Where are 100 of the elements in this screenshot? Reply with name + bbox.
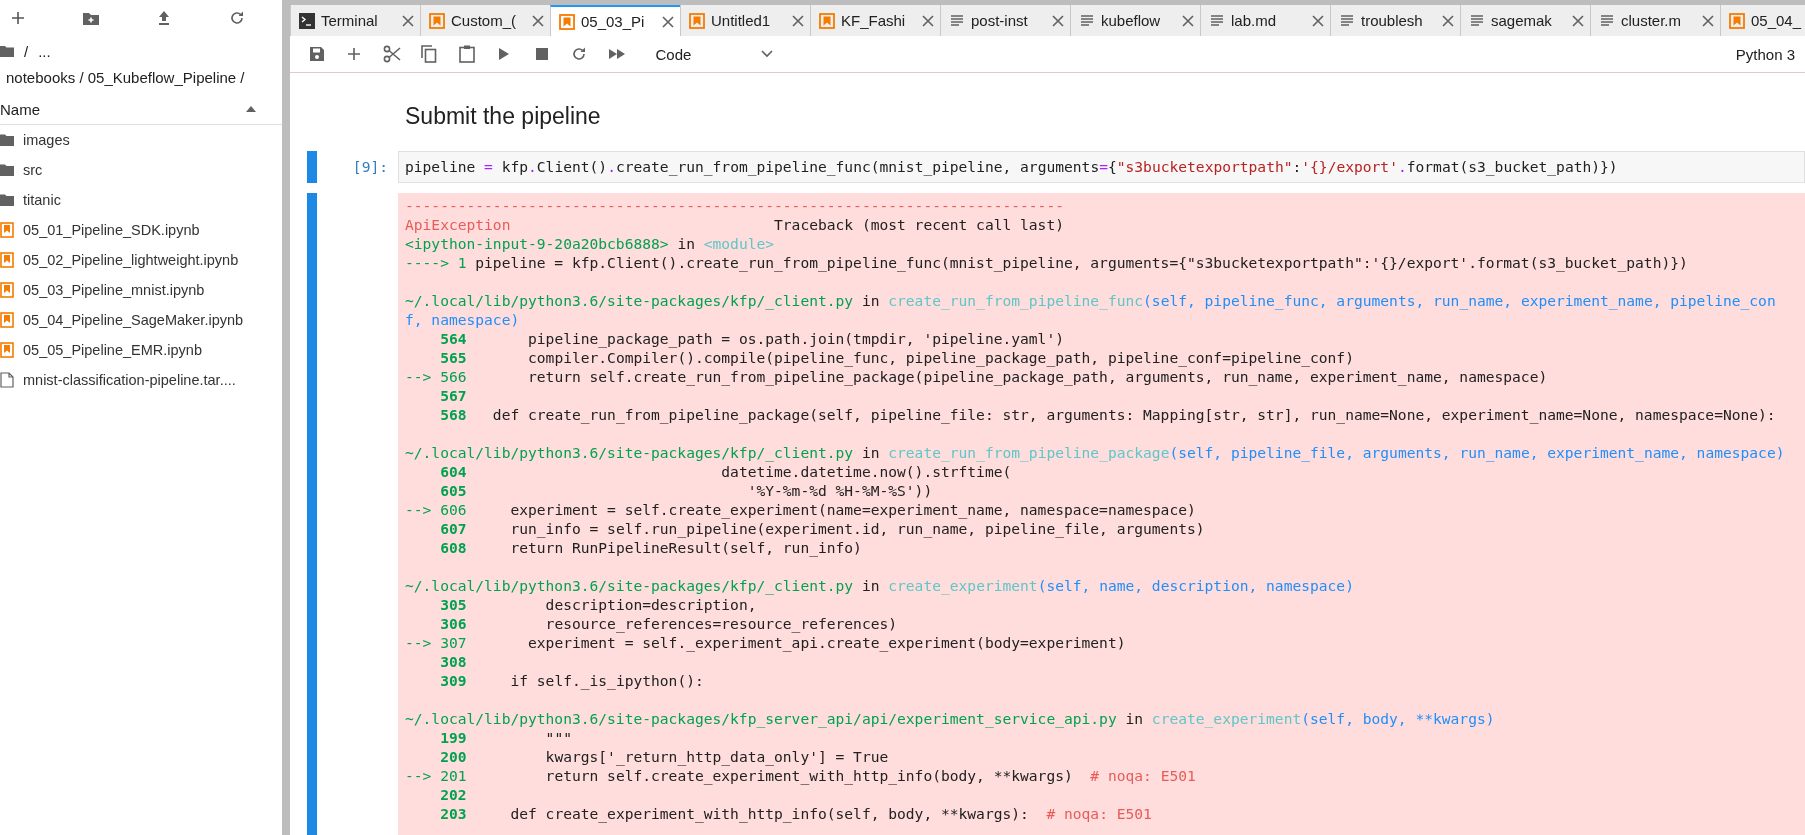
document-tab[interactable]: Custom_(: [420, 5, 550, 36]
input-prompt: [9]:: [351, 157, 389, 177]
text-file-icon: [1599, 12, 1615, 29]
folder-icon: [0, 164, 14, 176]
traceback-line: 564 pipeline_package_path = os.path.join(tmpdir, 'pipeline.yaml'): [439, 329, 1064, 348]
traceback-line: 567: [439, 386, 467, 405]
close-icon[interactable]: [1702, 14, 1714, 27]
document-tab[interactable]: lab.md: [1200, 5, 1330, 36]
notebook-icon: [0, 342, 14, 358]
close-icon[interactable]: [922, 14, 934, 27]
file-item[interactable]: 05_04_Pipeline_SageMaker.ipynb: [0, 305, 282, 335]
code-editor[interactable]: pipeline = kfp.Client().create_run_from_pipeline_func(mnist_pipeline, arguments={"s3bucketexportpath":'{}/export'.format(s3_bucket_path)}): [398, 151, 1805, 183]
folder-icon: [0, 194, 14, 206]
file-item[interactable]: 05_03_Pipeline_mnist.ipynb: [0, 275, 282, 305]
traceback-line: 565 compiler.Compiler().compile(pipeline_func, pipeline_package_path, pipeline_conf=pipeline_conf): [439, 348, 1354, 367]
scissors-icon: [382, 45, 401, 63]
text-file-icon: [1469, 12, 1485, 29]
restart-icon: [571, 46, 588, 62]
file-item[interactable]: images: [0, 125, 282, 155]
notebook-icon: [0, 282, 14, 298]
breadcrumb-link[interactable]: ...: [38, 42, 51, 60]
traceback-line: ----> 1 pipeline = kfp.Client().create_run_from_pipeline_func(mnist_pipeline, arguments={"s3bucketexportpath":'{}/export'.format(s3_bucket_path)}): [405, 253, 1688, 272]
close-icon[interactable]: [662, 15, 674, 28]
traceback-line: 203 def create_experiment_with_http_info(self, body, **kwargs): # noqa: E501: [439, 804, 1152, 823]
notebook-icon: [0, 312, 14, 328]
text-file-icon: [1079, 12, 1095, 29]
document-tab[interactable]: cluster.m: [1590, 5, 1720, 36]
document-tab[interactable]: 05_04_: [1720, 5, 1805, 36]
traceback-line: f, namespace): [405, 310, 520, 329]
traceback-line: ~/.local/lib/python3.6/site-packages/kfp/_client.py in create_experiment(self, name, description, namespace): [405, 576, 1354, 595]
document-tab[interactable]: troublesh: [1330, 5, 1460, 36]
document-tab[interactable]: sagemak: [1460, 5, 1590, 36]
plus-icon: [10, 10, 26, 26]
upload-icon: [156, 10, 172, 26]
markdown-heading: Submit the pipeline: [405, 102, 602, 131]
file-item[interactable]: src: [0, 155, 282, 185]
play-icon: [498, 47, 511, 61]
traceback-line: 308: [439, 652, 467, 671]
traceback-line: 568 def create_run_from_pipeline_package(self, pipeline_file: str, arguments: Mapping[str, str], run_name=None, experiment_name=None, namespace=None):: [439, 405, 1776, 424]
document-tab[interactable]: KF_Fashi: [810, 5, 940, 36]
breadcrumb-link[interactable]: /: [24, 42, 29, 60]
traceback-line: 200 kwargs['_return_http_data_only'] = True: [439, 747, 889, 766]
notebook-icon: [819, 12, 835, 29]
document-tab[interactable]: post-inst: [940, 5, 1070, 36]
file-item[interactable]: 05_02_Pipeline_lightweight.ipynb: [0, 245, 282, 275]
notebook-icon: [429, 12, 445, 29]
file-item[interactable]: mnist-classification-pipeline.tar....: [0, 365, 282, 395]
stop-icon: [535, 48, 548, 60]
kernel-name[interactable]: Python 3: [1735, 45, 1795, 63]
notebook-icon: [0, 252, 14, 268]
close-icon[interactable]: [1572, 14, 1584, 27]
traceback-line: ~/.local/lib/python3.6/site-packages/kfp/_client.py in create_run_from_pipeline_package(self, pipeline_file, arguments, run_name, experiment_name, namespace): [405, 443, 1785, 462]
traceback-line: 608 return RunPipelineResult(self, run_info): [439, 538, 862, 557]
document-tab[interactable]: kubeflow: [1070, 5, 1200, 36]
new-folder-icon: [82, 10, 100, 26]
notebook-icon: [689, 12, 705, 29]
column-label: Name: [0, 100, 40, 118]
close-icon[interactable]: [792, 14, 804, 27]
file-item[interactable]: 05_05_Pipeline_EMR.ipynb: [0, 335, 282, 365]
column-header[interactable]: Name: [0, 94, 282, 125]
text-file-icon: [1339, 12, 1355, 29]
document-tab[interactable]: 05_03_Pi: [550, 5, 680, 36]
notebook-icon: [1729, 12, 1745, 29]
folder-icon[interactable]: [0, 45, 14, 57]
close-icon[interactable]: [402, 14, 414, 27]
file-icon: [0, 372, 14, 388]
close-icon[interactable]: [1312, 14, 1324, 27]
copy-icon: [421, 45, 438, 63]
traceback-line: ---------------------------------------------------------------------------: [405, 196, 1064, 215]
close-icon[interactable]: [1442, 14, 1454, 27]
close-icon[interactable]: [1182, 14, 1194, 27]
document-tab[interactable]: Untitled1: [680, 5, 810, 36]
clipboard-icon: [458, 45, 475, 63]
traceback-line: ~/.local/lib/python3.6/site-packages/kfp_server_api/api/experiment_service_api.py in create_experiment(self, body, **kwargs): [405, 709, 1495, 728]
traceback-line: --> 606 experiment = self.create_experiment(name=experiment_name, namespace=namespace): [405, 500, 1196, 519]
text-file-icon: [949, 12, 965, 29]
refresh-icon: [229, 10, 245, 26]
cell-type-dropdown[interactable]: Code: [651, 41, 778, 67]
traceback-line: <ipython-input-9-20a20bcb6888> in <module>: [405, 234, 775, 253]
file-item[interactable]: 05_01_Pipeline_SDK.ipynb: [0, 215, 282, 245]
traceback-line: 607 run_info = self.run_pipeline(experiment.id, run_name, pipeline_file, arguments): [439, 519, 1205, 538]
save-icon: [308, 46, 325, 62]
breadcrumb-path[interactable]: notebooks / 05_Kubeflow_Pipeline /: [0, 66, 282, 90]
notebook-icon: [559, 13, 575, 30]
sort-up-icon: [246, 106, 256, 112]
traceback-line: --> 201 return self.create_experiment_with_http_info(body, **kwargs) # noqa: E501: [405, 766, 1196, 785]
notebook-icon: [0, 222, 14, 238]
traceback-line: 199 """: [439, 728, 572, 747]
traceback-line: ~/.local/lib/python3.6/site-packages/kfp/_client.py in create_run_from_pipeline_func(self, pipeline_func, arguments, run_name, experiment_name, pipeline_con: [405, 291, 1776, 310]
traceback-line: 604 datetime.datetime.now().strftime(: [439, 462, 1012, 481]
traceback-line: 306 resource_references=resource_references): [439, 614, 898, 633]
traceback-line: ApiException Traceback (most recent call last): [405, 215, 1064, 234]
traceback-line: 309 if self._is_ipython():: [439, 671, 704, 690]
document-tab[interactable]: Terminal: [290, 5, 420, 36]
close-icon[interactable]: [1052, 14, 1064, 27]
file-item[interactable]: titanic: [0, 185, 282, 215]
traceback-line: 305 description=description,: [439, 595, 757, 614]
close-icon[interactable]: [532, 14, 544, 27]
traceback-line: 202: [439, 785, 467, 804]
terminal-icon: [299, 12, 315, 29]
